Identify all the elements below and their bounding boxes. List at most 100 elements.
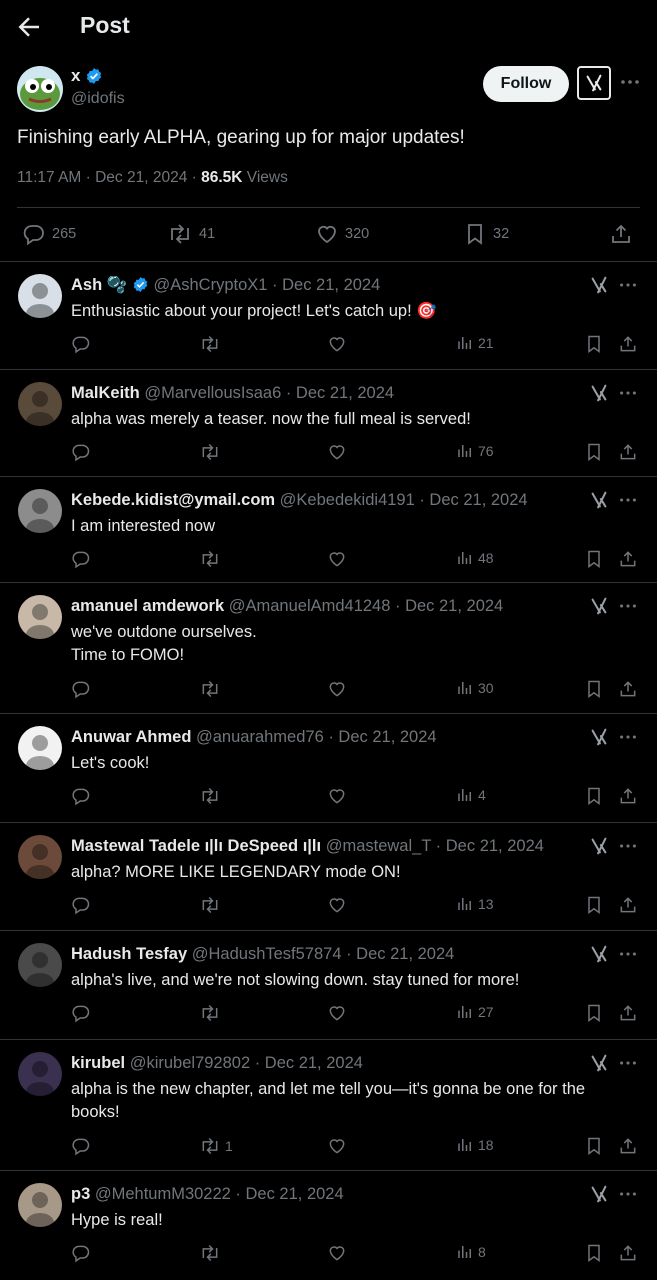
views-button[interactable]: 13	[456, 895, 494, 913]
like-button[interactable]	[327, 679, 347, 699]
views-button[interactable]: 30	[456, 679, 494, 697]
reply-avatar[interactable]	[18, 489, 62, 533]
follow-button[interactable]: Follow	[483, 66, 569, 102]
repost-button[interactable]: 41	[167, 222, 215, 246]
reply-item[interactable]: Kebede.kidist@ymail.com @Kebedekidi4191 …	[0, 476, 657, 582]
reply-item[interactable]: Ash 🫧 @AshCryptoX1 · Dec 21, 2024 Enthus…	[0, 261, 657, 369]
like-button[interactable]: 320	[315, 222, 369, 246]
bookmark-button[interactable]	[584, 895, 604, 915]
grok-icon[interactable]	[588, 835, 610, 857]
reply-button[interactable]: 265	[22, 222, 76, 246]
grok-icon[interactable]	[588, 1052, 610, 1074]
reply-author-name[interactable]: p3	[71, 1185, 90, 1203]
reply-author-handle[interactable]: @mastewal_T · Dec 21, 2024	[326, 837, 544, 855]
author-avatar[interactable]	[17, 66, 63, 112]
more-options-icon[interactable]	[617, 274, 639, 296]
more-options-icon[interactable]	[617, 943, 639, 965]
repost-button[interactable]	[199, 442, 225, 462]
reply-avatar[interactable]	[18, 382, 62, 426]
share-icon[interactable]	[618, 895, 638, 915]
grok-icon[interactable]	[588, 489, 610, 511]
more-options-icon[interactable]	[617, 835, 639, 857]
views-button[interactable]: 4	[456, 786, 486, 804]
reply-author-handle[interactable]: @Kebedekidi4191 · Dec 21, 2024	[280, 491, 528, 509]
like-button[interactable]	[327, 895, 347, 915]
reply-button[interactable]	[71, 1243, 91, 1263]
bookmark-button[interactable]	[584, 1243, 604, 1263]
author-name[interactable]: x	[71, 66, 103, 86]
repost-button[interactable]	[199, 895, 225, 915]
more-options-icon[interactable]	[617, 489, 639, 511]
like-button[interactable]	[327, 1136, 347, 1156]
views-button[interactable]: 48	[456, 549, 494, 567]
more-options-icon[interactable]	[617, 595, 639, 617]
more-options-icon[interactable]	[617, 726, 639, 748]
like-button[interactable]	[327, 442, 347, 462]
more-options-icon[interactable]	[617, 1052, 639, 1074]
more-options-icon[interactable]	[617, 1183, 639, 1205]
share-icon[interactable]	[618, 334, 638, 354]
reply-author-name[interactable]: Ash 🫧	[71, 276, 127, 294]
share-icon[interactable]	[618, 679, 638, 699]
reply-avatar[interactable]	[18, 726, 62, 770]
reply-item[interactable]: amanuel amdework @AmanuelAmd41248 · Dec …	[0, 582, 657, 713]
reply-item[interactable]: MalKeith @MarvellousIsaa6 · Dec 21, 2024…	[0, 369, 657, 476]
like-button[interactable]	[327, 334, 347, 354]
reply-button[interactable]	[71, 1003, 91, 1023]
repost-button[interactable]	[199, 1003, 225, 1023]
repost-button[interactable]	[199, 679, 225, 699]
like-button[interactable]	[327, 549, 347, 569]
views-button[interactable]: 27	[456, 1003, 494, 1021]
more-options-icon[interactable]	[617, 382, 639, 404]
bookmark-button[interactable]	[584, 1136, 604, 1156]
reply-author-handle[interactable]: @anuarahmed76 · Dec 21, 2024	[196, 728, 437, 746]
repost-button[interactable]	[199, 549, 225, 569]
share-icon[interactable]	[618, 549, 638, 569]
reply-button[interactable]	[71, 679, 91, 699]
reply-author-handle[interactable]: @MarvellousIsaa6 · Dec 21, 2024	[144, 384, 394, 402]
grok-icon[interactable]	[588, 382, 610, 404]
reply-button[interactable]	[71, 786, 91, 806]
views-button[interactable]: 18	[456, 1136, 494, 1154]
bookmark-button[interactable]	[584, 442, 604, 462]
grok-icon[interactable]	[577, 66, 611, 100]
bookmark-button[interactable]	[584, 549, 604, 569]
views-button[interactable]: 8	[456, 1243, 486, 1261]
reply-item[interactable]: p3 @MehtumM30222 · Dec 21, 2024 Hype is …	[0, 1170, 657, 1280]
bookmark-button[interactable]	[584, 679, 604, 699]
reply-item[interactable]: Anuwar Ahmed @anuarahmed76 · Dec 21, 202…	[0, 713, 657, 822]
reply-avatar[interactable]	[18, 595, 62, 639]
reply-author-handle[interactable]: @AmanuelAmd41248 · Dec 21, 2024	[229, 597, 504, 615]
reply-author-name[interactable]: kirubel	[71, 1054, 125, 1072]
like-button[interactable]	[327, 1003, 347, 1023]
repost-button[interactable]	[199, 334, 225, 354]
bookmark-button[interactable]	[584, 334, 604, 354]
reply-item[interactable]: kirubel @kirubel792802 · Dec 21, 2024 al…	[0, 1039, 657, 1170]
share-icon[interactable]	[618, 786, 638, 806]
grok-icon[interactable]	[588, 1183, 610, 1205]
bookmark-button[interactable]: 32	[463, 222, 509, 246]
grok-icon[interactable]	[588, 943, 610, 965]
reply-item[interactable]: Hadush Tesfay @HadushTesf57874 · Dec 21,…	[0, 930, 657, 1039]
repost-button[interactable]	[199, 1243, 225, 1263]
reply-avatar[interactable]	[18, 274, 62, 318]
reply-author-name[interactable]: amanuel amdework	[71, 597, 224, 615]
reply-author-name[interactable]: Mastewal Tadele ı|lı DeSpeed ı|lı	[71, 837, 321, 855]
back-arrow-icon[interactable]	[14, 12, 44, 42]
share-icon[interactable]	[618, 1243, 638, 1263]
repost-button[interactable]: 1	[199, 1136, 233, 1156]
reply-button[interactable]	[71, 1136, 91, 1156]
views-button[interactable]: 76	[456, 442, 494, 460]
grok-icon[interactable]	[588, 274, 610, 296]
reply-author-handle[interactable]: @kirubel792802 · Dec 21, 2024	[130, 1054, 363, 1072]
reply-avatar[interactable]	[18, 1052, 62, 1096]
reply-author-name[interactable]: Anuwar Ahmed	[71, 728, 191, 746]
reply-avatar[interactable]	[18, 1183, 62, 1227]
reply-button[interactable]	[71, 334, 91, 354]
share-icon[interactable]	[618, 1003, 638, 1023]
reply-author-handle[interactable]: @AshCryptoX1 · Dec 21, 2024	[154, 276, 381, 294]
reply-button[interactable]	[71, 442, 91, 462]
reply-button[interactable]	[71, 895, 91, 915]
reply-avatar[interactable]	[18, 835, 62, 879]
like-button[interactable]	[327, 786, 347, 806]
